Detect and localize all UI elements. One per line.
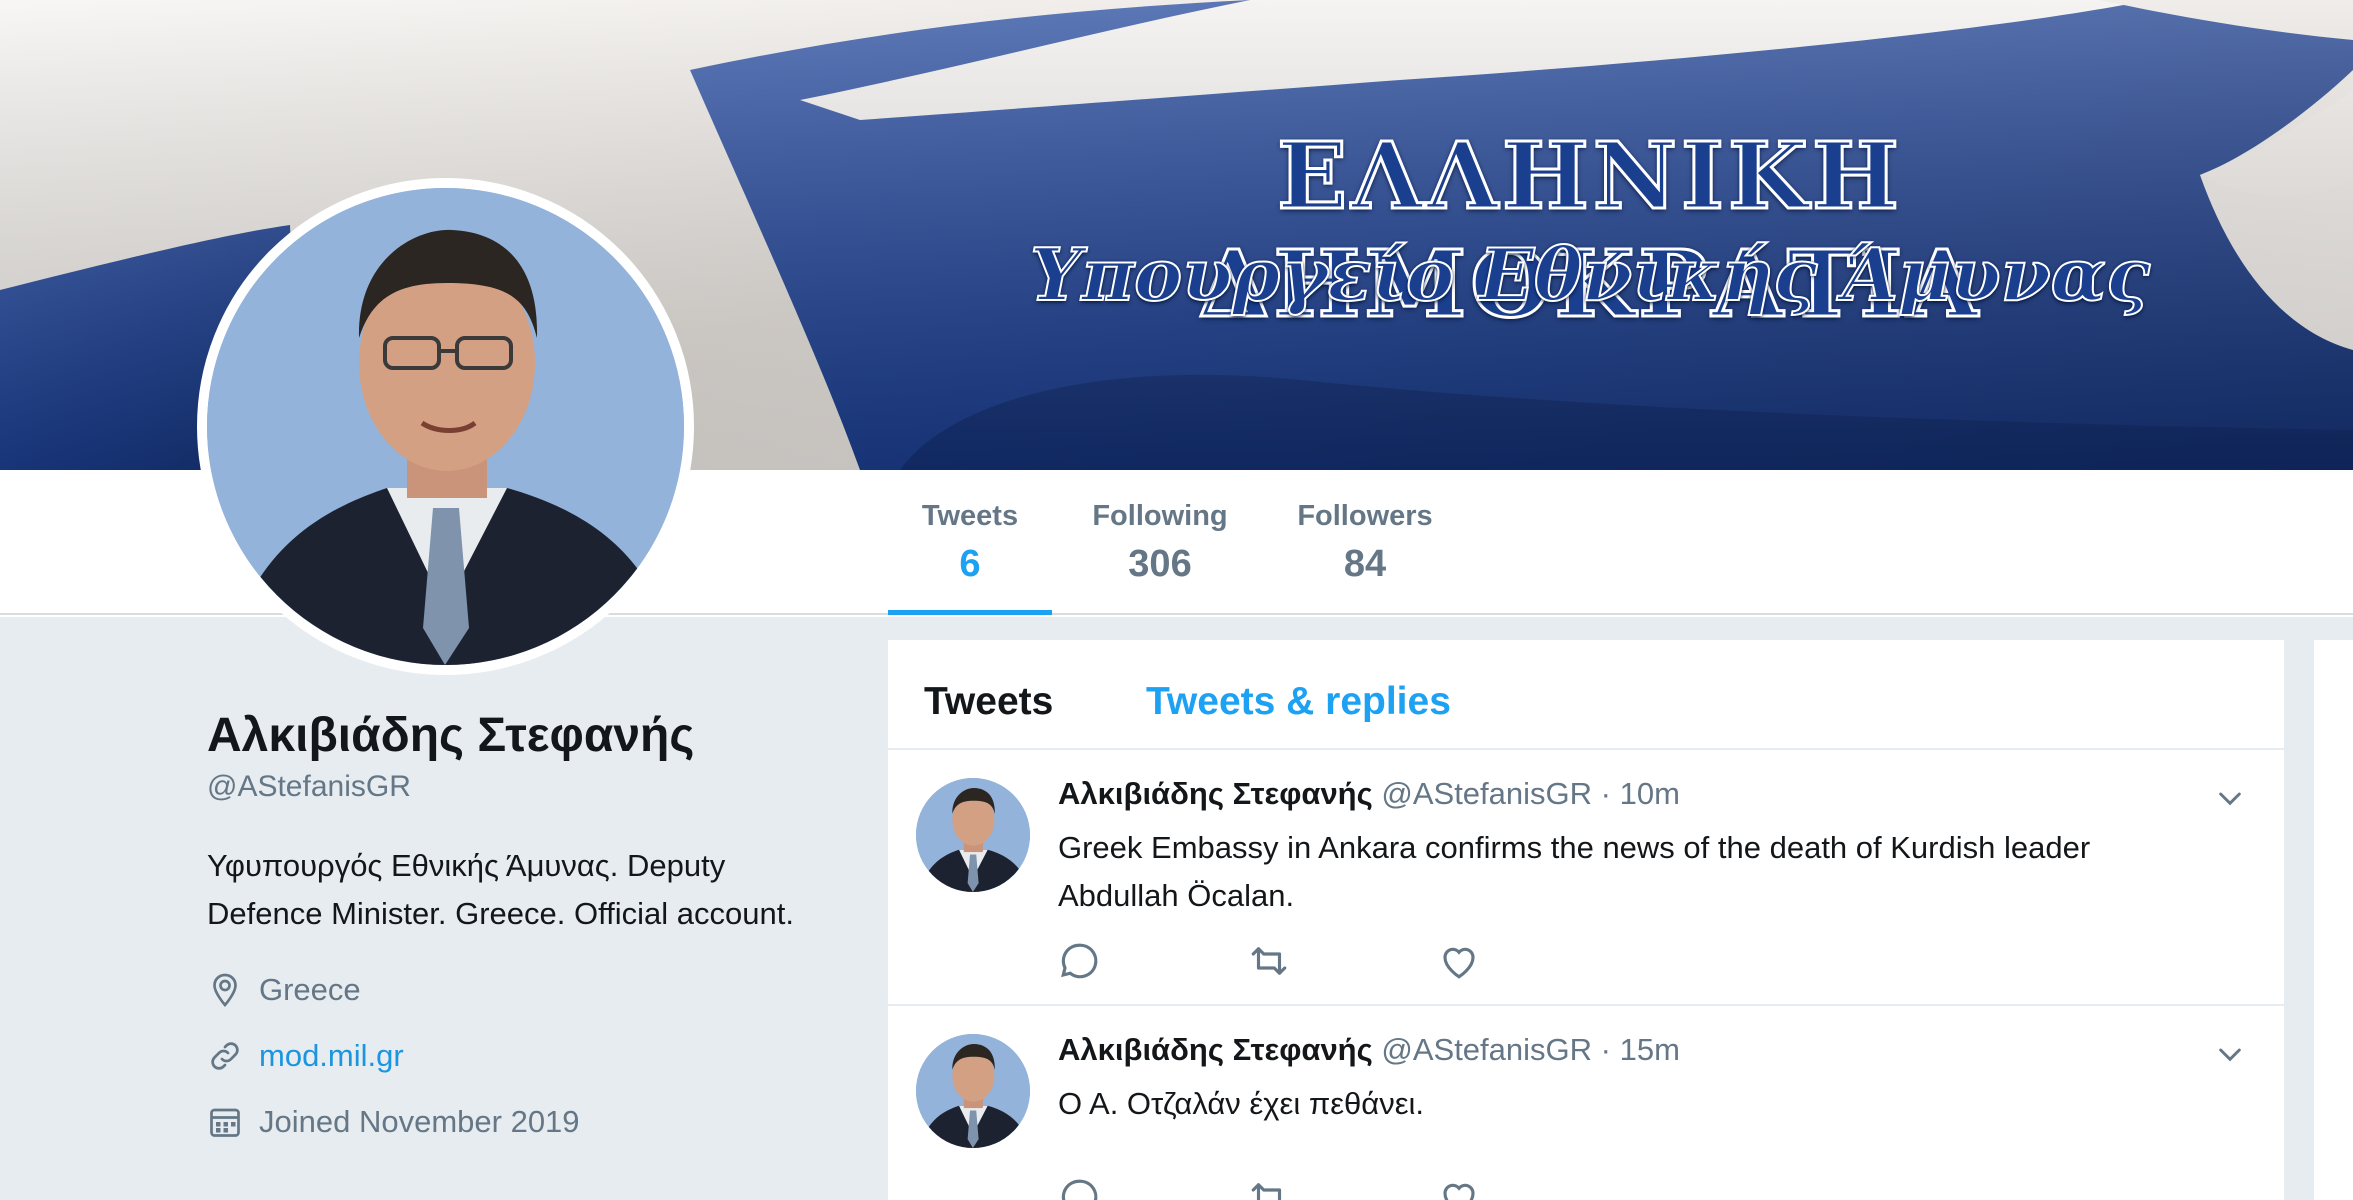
stat-followers[interactable]: Followers 84: [1290, 500, 1440, 586]
right-column-edge: [2312, 640, 2353, 1200]
person-portrait-icon: [207, 188, 684, 665]
timeline-tabs: Tweets Tweets & replies: [888, 640, 2284, 750]
person-portrait-icon: [916, 778, 1030, 892]
retweet-icon[interactable]: [1248, 1176, 1290, 1200]
heart-icon[interactable]: [1438, 1176, 1480, 1200]
url-link[interactable]: mod.mil.gr: [259, 1038, 404, 1074]
stat-label: Tweets: [921, 500, 1019, 532]
stat-value: 306: [1128, 543, 1192, 585]
tweet[interactable]: Αλκιβιάδης Στεφανής @AStefanisGR · 15m Ο…: [888, 1008, 2284, 1200]
reply-icon[interactable]: [1058, 1176, 1100, 1200]
tweet-author-handle[interactable]: @AStefanisGR: [1381, 776, 1592, 811]
stat-tweets[interactable]: Tweets 6: [888, 500, 1052, 615]
tweet-separator: ·: [1600, 776, 1611, 811]
stat-following[interactable]: Following 306: [1080, 500, 1240, 586]
heart-icon[interactable]: [1438, 940, 1480, 982]
profile-bio: Υφυπουργός Εθνικής Άμυνας. Deputy Defenc…: [207, 848, 794, 931]
tweet-text: Ο Α. Οτζαλάν έχει πεθάνει.: [1058, 1086, 1425, 1121]
tweet-timestamp[interactable]: 10m: [1620, 776, 1680, 811]
tab-tweets-and-replies[interactable]: Tweets & replies: [1146, 680, 1451, 724]
tweet-timestamp[interactable]: 15m: [1620, 1032, 1680, 1067]
reply-icon[interactable]: [1058, 940, 1100, 982]
stat-label: Following: [1092, 500, 1228, 532]
stat-value: 6: [959, 543, 981, 585]
chevron-down-icon[interactable]: [2214, 1038, 2246, 1070]
profile-handle: @AStefanisGR: [207, 770, 411, 803]
timeline: Tweets Tweets & replies Αλκιβιάδης Στεφα…: [888, 640, 2284, 1200]
profile-url[interactable]: mod.mil.gr: [207, 1038, 404, 1074]
tab-tweets[interactable]: Tweets: [924, 680, 1053, 724]
tweet-header: Αλκιβιάδης Στεφανής @AStefanisGR · 15m: [1058, 1032, 1680, 1068]
location-text: Greece: [259, 972, 361, 1007]
link-icon: [207, 1038, 243, 1074]
profile-location: Greece: [207, 972, 361, 1008]
person-portrait-icon: [916, 1034, 1030, 1148]
profile-avatar[interactable]: [197, 178, 694, 675]
joined-text: Joined November 2019: [259, 1104, 580, 1139]
tweet-text: Greek Embassy in Ankara confirms the new…: [1058, 830, 2091, 913]
stat-label: Followers: [1297, 500, 1433, 532]
tweet-header: Αλκιβιάδης Στεφανής @AStefanisGR · 10m: [1058, 776, 1680, 812]
profile-name[interactable]: Αλκιβιάδης Στεφανής: [207, 708, 694, 763]
profile-joined: Joined November 2019: [207, 1104, 580, 1140]
tweet-avatar[interactable]: [916, 1034, 1030, 1148]
banner-subtitle: Υπουργείο Εθνικής Άμυνας: [1029, 231, 2151, 318]
chevron-down-icon[interactable]: [2214, 782, 2246, 814]
tweet-avatar[interactable]: [916, 778, 1030, 892]
tweet-author-handle[interactable]: @AStefanisGR: [1381, 1032, 1592, 1067]
tweet-author-name[interactable]: Αλκιβιάδης Στεφανής: [1058, 776, 1373, 811]
calendar-icon: [207, 1104, 243, 1140]
stat-value: 84: [1343, 543, 1387, 585]
tweet[interactable]: Αλκιβιάδης Στεφανής @AStefanisGR · 10m G…: [888, 752, 2284, 1006]
retweet-icon[interactable]: [1248, 940, 1290, 982]
tweet-separator: ·: [1600, 1032, 1611, 1067]
tweet-actions: [1058, 940, 1558, 984]
tweet-actions: [1058, 1176, 1558, 1200]
tweet-author-name[interactable]: Αλκιβιάδης Στεφανής: [1058, 1032, 1373, 1067]
location-pin-icon: [207, 972, 243, 1008]
